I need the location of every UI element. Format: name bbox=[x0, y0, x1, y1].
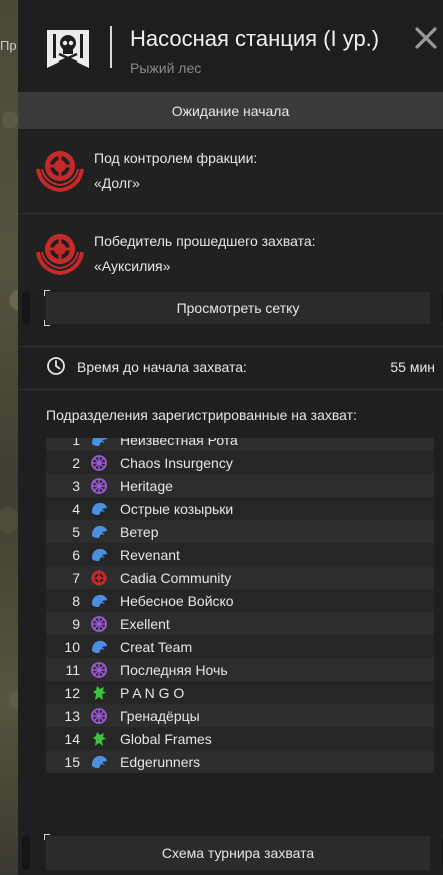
unit-name: Heritage bbox=[120, 477, 173, 494]
map-label: Пр bbox=[0, 38, 17, 53]
blue-faction-icon bbox=[90, 638, 108, 656]
location-subtitle: Рыжий лес bbox=[130, 60, 202, 76]
unit-rank: 6 bbox=[72, 546, 80, 563]
unit-row[interactable]: 15 Edgerunners bbox=[46, 750, 434, 773]
green-faction-icon bbox=[90, 684, 108, 702]
unit-row[interactable]: 5 Ветер bbox=[46, 520, 434, 543]
purple-faction-icon bbox=[90, 707, 108, 725]
skull-flag-icon bbox=[47, 30, 89, 68]
purple-faction-icon bbox=[90, 661, 108, 679]
status-badge: Ожидание начала bbox=[18, 92, 443, 129]
unit-name: Гренадёрцы bbox=[120, 707, 200, 724]
green-faction-icon bbox=[90, 730, 108, 748]
controller-label: Под контролем фракции: bbox=[94, 150, 258, 166]
unit-rank: 1 bbox=[72, 438, 80, 448]
unit-rank: 9 bbox=[72, 615, 80, 632]
unit-name: Creat Team bbox=[120, 638, 193, 655]
header-divider bbox=[110, 26, 112, 68]
unit-name: Неизвестная Рота bbox=[120, 438, 238, 448]
unit-rank: 8 bbox=[72, 592, 80, 609]
blue-faction-icon bbox=[90, 546, 108, 564]
unit-rank: 14 bbox=[64, 730, 80, 747]
duty-crest-icon bbox=[36, 151, 84, 193]
unit-name: P A N G O bbox=[120, 684, 185, 701]
button-edge bbox=[22, 292, 30, 324]
duty-crest-icon bbox=[36, 234, 84, 276]
previous-winner-block: Победитель прошедшего захвата: «Ауксилия… bbox=[18, 214, 443, 290]
unit-row[interactable]: 14 Global Frames bbox=[46, 727, 434, 750]
capture-point-panel: Насосная станция (I ур.) Рыжий лес Ожида… bbox=[18, 0, 443, 875]
blue-faction-icon bbox=[90, 500, 108, 518]
unit-name: Небесное Войско bbox=[120, 592, 234, 609]
unit-rank: 7 bbox=[72, 569, 80, 586]
unit-name: Global Frames bbox=[120, 730, 212, 747]
view-grid-button[interactable]: Просмотреть сетку bbox=[22, 290, 443, 326]
tournament-scheme-label: Схема турнира захвата bbox=[161, 845, 315, 861]
timer-row: Время до начала захвата: 55 мин bbox=[18, 352, 443, 382]
view-grid-label: Просмотреть сетку bbox=[176, 300, 300, 316]
units-list-inner: 1 Неизвестная Рота 2 Chaos Insurgency 3 Herit… bbox=[46, 438, 434, 773]
unit-row[interactable]: 12 P A N G O bbox=[46, 681, 434, 704]
controller-value: «Долг» bbox=[94, 175, 140, 191]
red-faction-icon bbox=[90, 569, 108, 587]
unit-name: Последняя Ночь bbox=[120, 661, 228, 678]
unit-rank: 13 bbox=[64, 707, 80, 724]
unit-row[interactable]: 1 Неизвестная Рота bbox=[46, 438, 434, 451]
unit-row[interactable]: 6 Revenant bbox=[46, 543, 434, 566]
blue-faction-icon bbox=[90, 523, 108, 541]
unit-name: Exellent bbox=[120, 615, 170, 632]
unit-rank: 3 bbox=[72, 477, 80, 494]
clock-icon bbox=[47, 357, 65, 375]
unit-name: Revenant bbox=[120, 546, 180, 563]
unit-rank: 15 bbox=[64, 753, 80, 770]
divider bbox=[18, 346, 443, 347]
bracket-corner bbox=[44, 320, 50, 326]
divider bbox=[18, 389, 443, 390]
units-list[interactable]: 1 Неизвестная Рота 2 Chaos Insurgency 3 Herit… bbox=[46, 438, 434, 776]
page-title: Насосная станция (I ур.) bbox=[130, 26, 380, 51]
unit-row[interactable]: 8 Небесное Войско bbox=[46, 589, 434, 612]
purple-faction-icon bbox=[90, 477, 108, 495]
unit-row[interactable]: 3 Heritage bbox=[46, 474, 434, 497]
unit-row[interactable]: 13 Гренадёрцы bbox=[46, 704, 434, 727]
tournament-scheme-button[interactable]: Схема турнира захвата bbox=[22, 834, 443, 870]
purple-faction-icon bbox=[90, 454, 108, 472]
unit-row[interactable]: 4 Острые козырьки bbox=[46, 497, 434, 520]
unit-rank: 2 bbox=[72, 454, 80, 471]
unit-rank: 5 bbox=[72, 523, 80, 540]
unit-row[interactable]: 7 Cadia Community bbox=[46, 566, 434, 589]
blue-faction-icon bbox=[90, 438, 108, 449]
panel-header: Насосная станция (I ур.) Рыжий лес bbox=[18, 0, 443, 90]
bracket-corner bbox=[44, 834, 50, 840]
blue-faction-icon bbox=[90, 592, 108, 610]
unit-rank: 11 bbox=[65, 661, 80, 678]
units-title: Подразделения зарегистрированные на захв… bbox=[46, 407, 357, 423]
controller-faction-block: Под контролем фракции: «Долг» bbox=[18, 131, 443, 213]
unit-name: Ветер bbox=[120, 523, 159, 540]
timer-label: Время до начала захвата: bbox=[77, 359, 247, 375]
purple-faction-icon bbox=[90, 615, 108, 633]
previous-winner-label: Победитель прошедшего захвата: bbox=[94, 233, 316, 249]
previous-winner-value: «Ауксилия» bbox=[94, 258, 171, 274]
unit-rank: 12 bbox=[64, 684, 80, 701]
unit-name: Edgerunners bbox=[120, 753, 201, 770]
bracket-corner bbox=[44, 290, 50, 296]
unit-name: Cadia Community bbox=[120, 569, 232, 586]
unit-rank: 4 bbox=[72, 500, 80, 517]
button-edge bbox=[22, 836, 30, 870]
unit-name: Chaos Insurgency bbox=[120, 454, 233, 471]
blue-faction-icon bbox=[90, 753, 108, 771]
unit-name: Острые козырьки bbox=[120, 500, 234, 517]
unit-row[interactable]: 10 Creat Team bbox=[46, 635, 434, 658]
unit-rank: 10 bbox=[64, 638, 80, 655]
timer-value: 55 мин bbox=[390, 359, 435, 375]
unit-row[interactable]: 11 Последняя Ночь bbox=[46, 658, 434, 681]
close-icon[interactable] bbox=[414, 26, 438, 50]
unit-row[interactable]: 2 Chaos Insurgency bbox=[46, 451, 434, 474]
unit-row[interactable]: 9 Exellent bbox=[46, 612, 434, 635]
